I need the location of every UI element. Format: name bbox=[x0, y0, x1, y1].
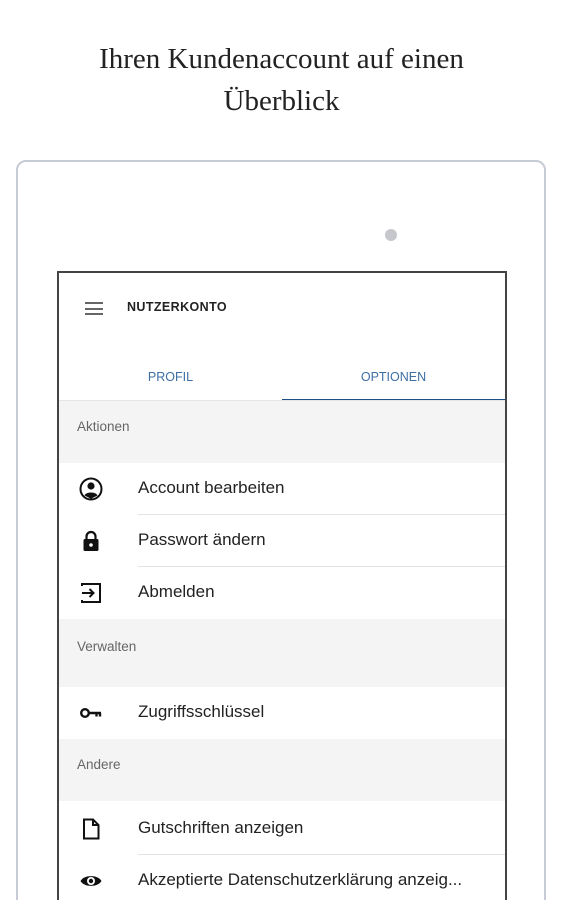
list-item-label: Gutschriften anzeigen bbox=[138, 818, 304, 837]
tab-bar: PROFIL OPTIONEN bbox=[59, 357, 505, 401]
app-bar-title: NUTZERKONTO bbox=[127, 300, 227, 314]
app-screen: NUTZERKONTO PROFIL OPTIONEN Aktionen Acc… bbox=[57, 271, 507, 900]
list-item-account-bearbeiten[interactable]: Account bearbeiten bbox=[59, 463, 505, 515]
tablet-camera bbox=[385, 229, 397, 241]
list-item-datenschutzerklaerung[interactable]: Akzeptierte Datenschutzerklärung anzeig.… bbox=[59, 855, 505, 900]
list-item-abmelden[interactable]: Abmelden bbox=[59, 567, 505, 619]
list-item-label: Akzeptierte Datenschutzerklärung anzeig.… bbox=[138, 870, 463, 889]
logout-icon bbox=[79, 581, 103, 605]
document-icon bbox=[79, 817, 103, 841]
list-item-zugriffsschluessel[interactable]: Zugriffsschlüssel bbox=[59, 687, 505, 739]
tab-optionen[interactable]: OPTIONEN bbox=[282, 357, 505, 401]
list-item-label: Account bearbeiten bbox=[138, 478, 285, 497]
section-header-aktionen: Aktionen bbox=[59, 401, 505, 463]
list-item-passwort-aendern[interactable]: Passwort ändern bbox=[59, 515, 505, 567]
list-item-gutschriften[interactable]: Gutschriften anzeigen bbox=[59, 803, 505, 855]
promo-headline: Ihren Kundenaccount auf einen Überblick bbox=[0, 38, 563, 122]
hamburger-menu-icon[interactable] bbox=[85, 302, 103, 315]
account-circle-icon bbox=[79, 477, 103, 501]
list-item-label: Zugriffsschlüssel bbox=[138, 702, 265, 721]
section-header-verwalten: Verwalten bbox=[59, 619, 505, 687]
tab-profil[interactable]: PROFIL bbox=[59, 357, 282, 401]
promo-headline-line1: Ihren Kundenaccount auf einen bbox=[99, 43, 464, 75]
app-bar: NUTZERKONTO bbox=[59, 273, 505, 343]
eye-icon bbox=[79, 869, 103, 893]
key-icon bbox=[79, 701, 103, 725]
section-header-andere: Andere bbox=[59, 739, 505, 801]
list-item-label: Passwort ändern bbox=[138, 530, 266, 549]
promo-headline-line2: Überblick bbox=[223, 85, 340, 117]
lock-icon bbox=[79, 529, 103, 553]
list-item-label: Abmelden bbox=[138, 582, 215, 601]
